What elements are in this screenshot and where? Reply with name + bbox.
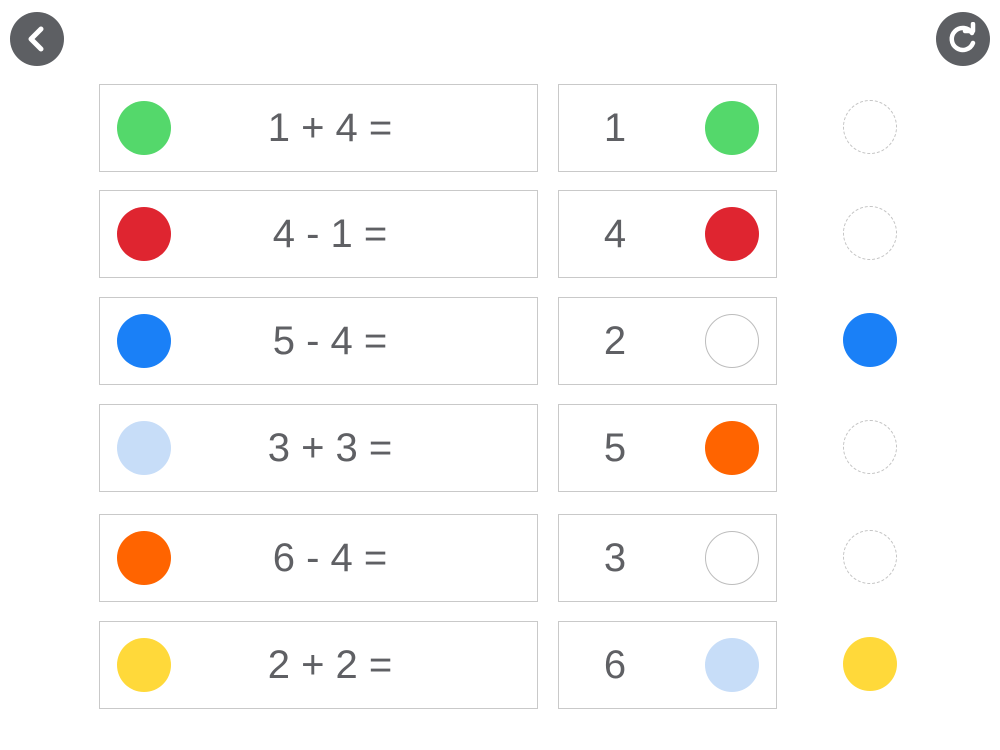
answer-number: 4 <box>603 212 627 256</box>
equation-color-dot[interactable] <box>117 101 171 155</box>
reset-button[interactable] <box>936 12 990 66</box>
equation-color-dot[interactable] <box>117 531 171 585</box>
answer-number: 5 <box>603 426 627 470</box>
match-row: 3 + 3 = 5 <box>99 404 909 492</box>
equation-color-dot[interactable] <box>117 207 171 261</box>
answer-color-dot[interactable] <box>705 314 759 368</box>
equation-card[interactable]: 6 - 4 = <box>99 514 538 602</box>
answer-number: 1 <box>603 106 627 150</box>
match-row: 1 + 4 = 1 <box>99 84 909 172</box>
match-row: 2 + 2 = 6 <box>99 621 909 709</box>
answer-card[interactable]: 4 <box>558 190 777 278</box>
equation-text: 5 - 4 = <box>272 319 388 363</box>
chevron-left-icon <box>22 24 52 54</box>
match-row: 6 - 4 = 3 <box>99 514 909 602</box>
answer-color-dot[interactable] <box>705 531 759 585</box>
answer-number: 6 <box>603 643 627 687</box>
equation-text: 2 + 2 = <box>267 643 393 687</box>
answer-card[interactable]: 5 <box>558 404 777 492</box>
answer-color-dot[interactable] <box>705 421 759 475</box>
answer-color-dot[interactable] <box>705 101 759 155</box>
answer-card[interactable]: 1 <box>558 84 777 172</box>
back-button[interactable] <box>10 12 64 66</box>
equation-text: 3 + 3 = <box>267 426 393 470</box>
equation-card[interactable]: 2 + 2 = <box>99 621 538 709</box>
equation-color-dot[interactable] <box>117 314 171 368</box>
equation-card[interactable]: 4 - 1 = <box>99 190 538 278</box>
color-drop-slot[interactable] <box>843 420 897 474</box>
equation-text: 1 + 4 = <box>267 106 393 150</box>
color-drop-slot[interactable] <box>843 530 897 584</box>
color-drop-slot[interactable] <box>843 637 897 691</box>
equation-card[interactable]: 5 - 4 = <box>99 297 538 385</box>
answer-card[interactable]: 6 <box>558 621 777 709</box>
color-drop-slot[interactable] <box>843 206 897 260</box>
match-row: 4 - 1 = 4 <box>99 190 909 278</box>
answer-card[interactable]: 2 <box>558 297 777 385</box>
color-drop-slot[interactable] <box>843 313 897 367</box>
equation-color-dot[interactable] <box>117 421 171 475</box>
equation-card[interactable]: 1 + 4 = <box>99 84 538 172</box>
refresh-icon <box>946 22 980 56</box>
answer-number: 2 <box>603 319 627 363</box>
equation-text: 4 - 1 = <box>272 212 388 256</box>
equation-text: 6 - 4 = <box>272 536 388 580</box>
answer-card[interactable]: 3 <box>558 514 777 602</box>
equation-color-dot[interactable] <box>117 638 171 692</box>
answer-color-dot[interactable] <box>705 638 759 692</box>
equation-card[interactable]: 3 + 3 = <box>99 404 538 492</box>
color-drop-slot[interactable] <box>843 100 897 154</box>
match-row: 5 - 4 = 2 <box>99 297 909 385</box>
answer-number: 3 <box>603 536 627 580</box>
answer-color-dot[interactable] <box>705 207 759 261</box>
